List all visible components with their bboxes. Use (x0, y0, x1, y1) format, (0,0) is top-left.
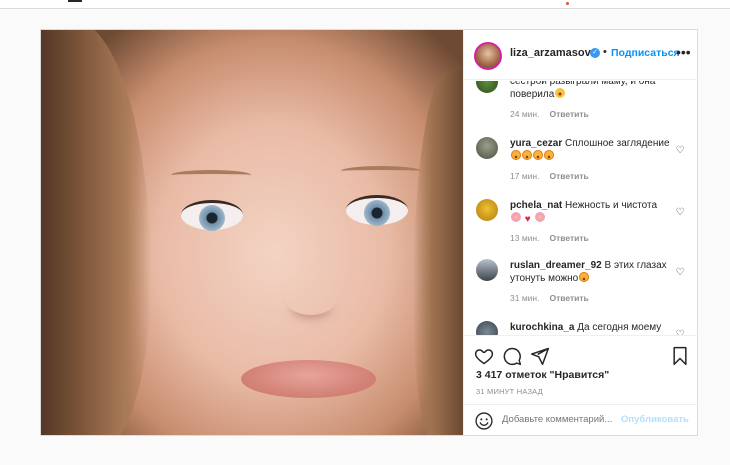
photo-lips (241, 360, 376, 398)
comment-time: 24 мин. (510, 109, 540, 119)
author-avatar[interactable] (474, 42, 502, 70)
photo-iris (364, 200, 390, 226)
bookmark-save-icon[interactable] (670, 346, 690, 366)
photo-hair-left (41, 30, 151, 435)
photo-brow-left (171, 170, 251, 180)
comment-text: ruslan_dreamer_92 В этих глазах утонуть … (510, 260, 667, 284)
share-send-icon[interactable] (530, 346, 550, 366)
comments-list[interactable]: сестрой разыграли маму, и она поверила 2… (464, 81, 698, 335)
comment-username[interactable]: ruslan_dreamer_92 (510, 260, 602, 271)
photo-hair-right (413, 70, 463, 435)
comment-username[interactable]: pchela_nat (510, 200, 562, 211)
more-options-icon[interactable]: ••• (676, 44, 691, 60)
comment-avatar[interactable] (476, 321, 498, 335)
like-comment-heart-icon[interactable]: ♡ (674, 145, 686, 157)
post-actions: 3 417 отметок "Нравится" 31 МИНУТ НАЗАД … (464, 335, 698, 435)
comment-meta: 13 мин. Ответить (510, 233, 589, 243)
comment-avatar[interactable] (476, 81, 498, 93)
notification-dot (566, 2, 569, 5)
heart-eyes-emoji-icon (544, 150, 554, 160)
comment-time: 17 мин. (510, 171, 540, 181)
reply-button[interactable]: Ответить (549, 171, 588, 181)
comment-avatar[interactable] (476, 259, 498, 281)
comment-bubble-icon[interactable] (502, 346, 522, 366)
comment-meta: 31 мин. Ответить (510, 293, 589, 303)
comment-input[interactable] (502, 414, 622, 425)
photo-brow-right (341, 166, 421, 176)
blossom-emoji-icon (511, 212, 521, 222)
photo-eye-left (181, 200, 243, 231)
comment-meta: 24 мин. Ответить (510, 109, 589, 119)
comment-meta: 17 мин. Ответить (510, 171, 589, 181)
nav-fragment (68, 0, 82, 2)
comment-time: 13 мин. (510, 233, 540, 243)
comment-text: kurochkina_a Да сегодня моему (510, 322, 662, 333)
comment-username[interactable]: kurochkina_a (510, 322, 574, 333)
comment-username[interactable]: yura_cezar (510, 138, 562, 149)
like-comment-heart-icon[interactable]: ♡ (674, 267, 686, 279)
blossom-emoji-icon (534, 212, 545, 222)
top-nav-bar (0, 0, 730, 9)
post-photo[interactable] (41, 30, 463, 435)
heart-eyes-emoji-icon (522, 150, 532, 160)
post-timestamp: 31 МИНУТ НАЗАД (476, 387, 543, 396)
heart-eyes-emoji-icon (511, 150, 521, 160)
comment-avatar[interactable] (476, 199, 498, 221)
reply-button[interactable]: Ответить (549, 293, 588, 303)
post-header: liza_arzamasova ✓ • Подписаться ••• (464, 30, 698, 80)
heart-eyes-emoji-icon (533, 150, 543, 160)
reply-button[interactable]: Ответить (549, 109, 588, 119)
publish-button[interactable]: Опубликовать (621, 414, 689, 425)
comment-time: 31 мин. (510, 293, 540, 303)
grinning-emoji-icon (555, 88, 566, 98)
post-sidebar: liza_arzamasova ✓ • Подписаться ••• сест… (463, 30, 698, 435)
emoji-smile-icon[interactable] (474, 411, 494, 431)
post-card: liza_arzamasova ✓ • Подписаться ••• сест… (40, 29, 698, 436)
comment-avatar[interactable] (476, 137, 498, 159)
heart-eyes-emoji-icon (579, 272, 590, 282)
verified-icon: ✓ (590, 48, 600, 58)
photo-nose (286, 285, 336, 315)
likes-count[interactable]: 3 417 отметок "Нравится" (476, 369, 609, 381)
photo-eye-right (346, 195, 408, 226)
photo-iris (199, 205, 225, 231)
author-username[interactable]: liza_arzamasova (510, 47, 597, 59)
comment-text: pchela_nat Нежность и чистота ♥ (510, 200, 658, 225)
separator-dot: • (603, 46, 607, 58)
red-heart-emoji-icon: ♥ (524, 214, 531, 225)
comment-text: yura_cezar Сплошное заглядение (510, 137, 670, 163)
like-heart-icon[interactable] (474, 346, 494, 366)
add-comment-row: Опубликовать (464, 404, 698, 436)
reply-button[interactable]: Ответить (549, 233, 588, 243)
like-comment-heart-icon[interactable]: ♡ (674, 207, 686, 219)
follow-button[interactable]: Подписаться (611, 47, 680, 59)
comment-text: сестрой разыграли маму, и она поверила (510, 81, 656, 100)
